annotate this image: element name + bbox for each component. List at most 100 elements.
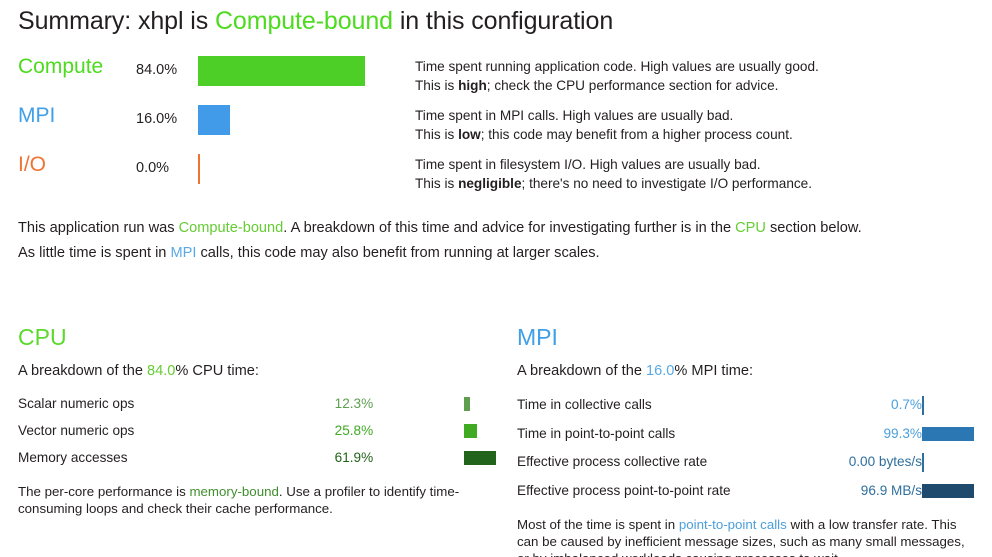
mpi-section-subtitle: A breakdown of the 16.0% MPI time: <box>517 360 974 382</box>
cpu-section-title: CPU <box>18 324 67 350</box>
table-row: Effective process point-to-point rate 96… <box>517 477 974 504</box>
table-row: Memory accesses 61.9% <box>18 444 496 471</box>
metric-bar-track-io <box>198 151 403 184</box>
mpi-row-label-p2p-rate: Effective process point-to-point rate <box>517 482 731 498</box>
desc-pre: This is <box>415 126 459 142</box>
mpi-row-value-point-to-point: 99.3% <box>883 425 922 441</box>
metric-description-mpi: Time spent in MPI calls. High values are… <box>403 102 974 144</box>
summary-l2-c: calls, this code may also benefit from r… <box>196 245 600 261</box>
table-row: Scalar numeric ops 12.3% <box>18 390 496 417</box>
desc-emphasis: low <box>458 126 481 142</box>
metric-bar-track-mpi <box>198 102 403 135</box>
mpi-row-bar-collective <box>922 395 924 415</box>
metric-row-compute: Compute 84.0% Time spent running applica… <box>18 53 974 102</box>
cpu-row-label-memory: Memory accesses <box>18 449 128 465</box>
metric-description-compute: Time spent running application code. Hig… <box>403 53 974 95</box>
metric-bar-track-compute <box>198 53 403 86</box>
metric-bar-compute <box>198 56 366 86</box>
performance-report-page: Summary: xhpl is Compute-bound in this c… <box>0 0 992 557</box>
metric-description-mpi-line2: This is low; this code may benefit from … <box>415 126 974 145</box>
summary-l2-a: As little time is spent in <box>18 245 171 261</box>
desc-pre: This is <box>415 77 459 93</box>
mpi-row-label-collective-rate: Effective process collective rate <box>517 454 708 469</box>
metric-description-io-line2: This is negligible; there's no need to i… <box>415 175 974 194</box>
page-title-suffix: in this configuration <box>392 7 614 35</box>
cpu-row-label-scalar: Scalar numeric ops <box>18 395 135 411</box>
metric-description-compute-line2: This is high; check the CPU performance … <box>415 77 974 96</box>
mpi-row-bar-collective-rate <box>922 452 924 472</box>
detail-sections: CPU A breakdown of the 84.0% CPU time: S… <box>18 322 974 557</box>
summary-line-2: As little time is spent in MPI calls, th… <box>18 241 974 266</box>
table-row: Vector numeric ops 25.8% <box>18 417 496 444</box>
cpu-row-bar-cell-vector <box>463 417 496 444</box>
summary-link-cpu: CPU <box>735 220 766 236</box>
cpu-row-label-vector: Vector numeric ops <box>18 422 135 438</box>
summary-l1-e: section below. <box>765 220 862 236</box>
mpi-row-bar-cell-point-to-point <box>922 420 974 447</box>
desc-post: ; there's no need to investigate I/O per… <box>521 175 813 191</box>
summary-link-mpi: MPI <box>170 245 197 261</box>
summary-keyword-compute-bound: Compute-bound <box>178 220 284 236</box>
mpi-row-bar-cell-collective <box>922 390 974 420</box>
mpi-section-title: MPI <box>517 324 558 350</box>
cpu-sub-pre: A breakdown of the <box>18 363 147 379</box>
metric-label-compute: Compute <box>18 55 104 78</box>
summary-paragraph: This application run was Compute-bound. … <box>18 216 974 266</box>
cpu-sub-percent: 84.0 <box>147 363 176 379</box>
mpi-breakdown-table: Time in collective calls 0.7% Time in po… <box>517 390 974 504</box>
mpi-sub-post: % MPI time: <box>674 363 754 379</box>
desc-emphasis: high <box>458 77 487 93</box>
cpu-sub-post: % CPU time: <box>175 363 259 379</box>
metric-bar-io <box>198 154 200 184</box>
cpu-advice-a: The per-core performance is <box>18 484 190 499</box>
metric-description-compute-line1: Time spent running application code. Hig… <box>415 59 819 74</box>
metric-bar-mpi <box>198 105 230 135</box>
metric-label-io: I/O <box>18 153 47 176</box>
cpu-section: CPU A breakdown of the 84.0% CPU time: S… <box>18 322 496 557</box>
mpi-row-bar-cell-collective-rate <box>922 447 974 477</box>
cpu-breakdown-table: Scalar numeric ops 12.3% Vector numeric … <box>18 390 496 471</box>
cpu-row-value-memory: 61.9% <box>334 449 374 465</box>
table-row: Time in point-to-point calls 99.3% <box>517 420 974 447</box>
mpi-row-label-collective: Time in collective calls <box>517 397 652 412</box>
mpi-row-value-collective-rate: 0.00 bytes/s <box>848 454 922 469</box>
cpu-row-bar-memory <box>463 450 496 465</box>
cpu-row-bar-cell-memory <box>463 444 496 471</box>
cpu-row-value-scalar: 12.3% <box>334 395 374 411</box>
cpu-advice-keyword: memory-bound <box>189 484 279 499</box>
cpu-row-bar-scalar <box>463 396 471 411</box>
metric-row-mpi: MPI 16.0% Time spent in MPI calls. High … <box>18 102 974 151</box>
desc-post: ; check the CPU performance section for … <box>486 77 779 93</box>
metric-percent-io: 0.0% <box>136 160 170 176</box>
desc-pre: This is <box>415 175 459 191</box>
page-title: Summary: xhpl is Compute-bound in this c… <box>18 0 974 37</box>
mpi-row-value-collective: 0.7% <box>891 397 922 412</box>
table-row: Time in collective calls 0.7% <box>517 390 974 420</box>
mpi-advice-keyword: point-to-point calls <box>678 517 787 532</box>
mpi-row-value-p2p-rate: 96.9 MB/s <box>860 482 922 498</box>
metric-label-mpi: MPI <box>18 104 56 127</box>
metric-description-io-line1: Time spent in filesystem I/O. High value… <box>415 157 761 172</box>
mpi-row-bar-point-to-point <box>922 426 974 441</box>
mpi-sub-percent: 16.0 <box>646 363 675 379</box>
metric-percent-compute: 84.0% <box>136 62 178 78</box>
desc-emphasis: negligible <box>458 175 522 191</box>
metric-description-mpi-line1: Time spent in MPI calls. High values are… <box>415 108 734 123</box>
cpu-row-value-vector: 25.8% <box>334 422 374 438</box>
top-metrics: Compute 84.0% Time spent running applica… <box>18 53 974 200</box>
metric-description-io: Time spent in filesystem I/O. High value… <box>403 151 974 193</box>
mpi-row-bar-p2p-rate <box>922 483 974 498</box>
mpi-sub-pre: A breakdown of the <box>517 363 646 379</box>
cpu-section-subtitle: A breakdown of the 84.0% CPU time: <box>18 360 496 382</box>
metric-percent-mpi: 16.0% <box>136 111 178 127</box>
desc-post: ; this code may benefit from a higher pr… <box>480 126 793 142</box>
cpu-row-bar-vector <box>463 423 478 438</box>
summary-l1-c: . A breakdown of this time and advice fo… <box>283 220 736 236</box>
mpi-row-bar-cell-p2p-rate <box>922 477 974 504</box>
cpu-row-bar-cell-scalar <box>463 390 496 417</box>
table-row: Effective process collective rate 0.00 b… <box>517 447 974 477</box>
cpu-advice-text: The per-core performance is memory-bound… <box>18 483 496 517</box>
page-title-prefix: Summary: xhpl is <box>18 7 215 35</box>
mpi-advice-text: Most of the time is spent in point-to-po… <box>517 516 974 557</box>
summary-l1-a: This application run was <box>18 220 179 236</box>
